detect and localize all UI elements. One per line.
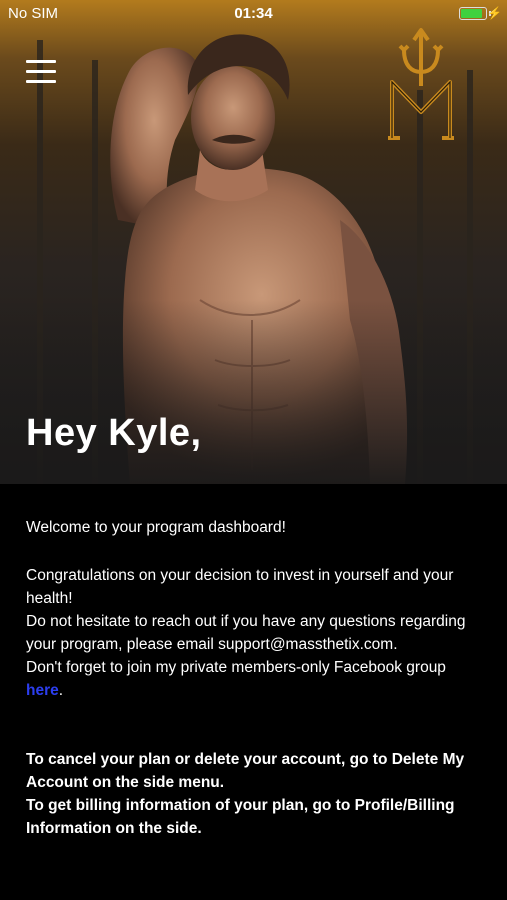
status-bar: No SIM 01:34 ⚡ (0, 0, 507, 28)
trident-m-logo-icon[interactable] (384, 26, 458, 144)
facebook-group-link[interactable]: here (26, 682, 59, 699)
charging-icon: ⚡ (487, 6, 502, 20)
menu-line (26, 80, 56, 83)
facebook-text: Don't forget to join my private members-… (26, 656, 486, 702)
battery-level (461, 9, 482, 18)
facebook-prompt: Don't forget to join my private members-… (26, 659, 446, 676)
dashboard-message: Welcome to your program dashboard! Congr… (0, 484, 507, 900)
congratulations-text: Congratulations on your decision to inve… (26, 567, 454, 607)
menu-button[interactable] (26, 60, 56, 84)
welcome-text: Welcome to your program dashboard! (26, 519, 286, 536)
battery-icon (459, 7, 487, 20)
menu-line (26, 60, 56, 63)
link-suffix: . (58, 682, 64, 699)
billing-info-note: To get billing information of your plan,… (26, 797, 455, 837)
support-text: Do not hesitate to reach out if you have… (26, 613, 466, 653)
menu-line (26, 70, 56, 73)
greeting-heading: Hey Kyle, (26, 412, 202, 454)
cancel-plan-note: To cancel your plan or delete your accou… (26, 751, 465, 791)
clock: 01:34 (234, 5, 273, 22)
